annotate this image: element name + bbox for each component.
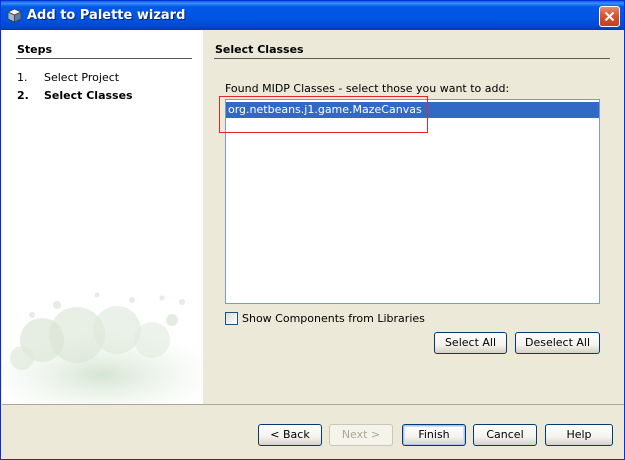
- decorative-bubbles-image: [2, 292, 203, 404]
- footer-divider: [2, 404, 624, 405]
- steps-divider: [16, 58, 192, 59]
- title-bar[interactable]: Add to Palette wizard: [1, 1, 624, 30]
- highlight-annotation: [219, 96, 428, 133]
- help-button[interactable]: Help: [545, 424, 613, 446]
- close-icon: [604, 11, 615, 22]
- content-heading: Select Classes: [215, 43, 304, 56]
- close-button[interactable]: [599, 6, 620, 27]
- cancel-button[interactable]: Cancel: [473, 424, 537, 446]
- select-all-button[interactable]: Select All: [434, 332, 507, 354]
- back-button[interactable]: < Back: [258, 424, 322, 446]
- cube-icon: [7, 8, 22, 23]
- step-label: Select Classes: [44, 89, 133, 102]
- show-components-label: Show Components from Libraries: [242, 312, 425, 325]
- step-number: 2.: [17, 89, 29, 102]
- steps-panel: Steps 1. Select Project 2. Select Classe…: [2, 30, 203, 404]
- deselect-all-button[interactable]: Deselect All: [515, 332, 600, 354]
- window-title: Add to Palette wizard: [27, 8, 186, 23]
- wizard-window: Add to Palette wizard Steps 1. Select Pr…: [0, 0, 625, 460]
- step-number: 1.: [17, 71, 28, 84]
- step-label: Select Project: [44, 71, 120, 84]
- found-classes-label: Found MIDP Classes - select those you wa…: [225, 82, 510, 95]
- show-components-checkbox[interactable]: [225, 312, 238, 325]
- steps-heading: Steps: [17, 43, 53, 56]
- content-divider: [214, 58, 610, 59]
- finish-button[interactable]: Finish: [402, 424, 466, 446]
- next-button[interactable]: Next >: [329, 424, 393, 446]
- content-panel: Select Classes Found MIDP Classes - sele…: [203, 30, 624, 404]
